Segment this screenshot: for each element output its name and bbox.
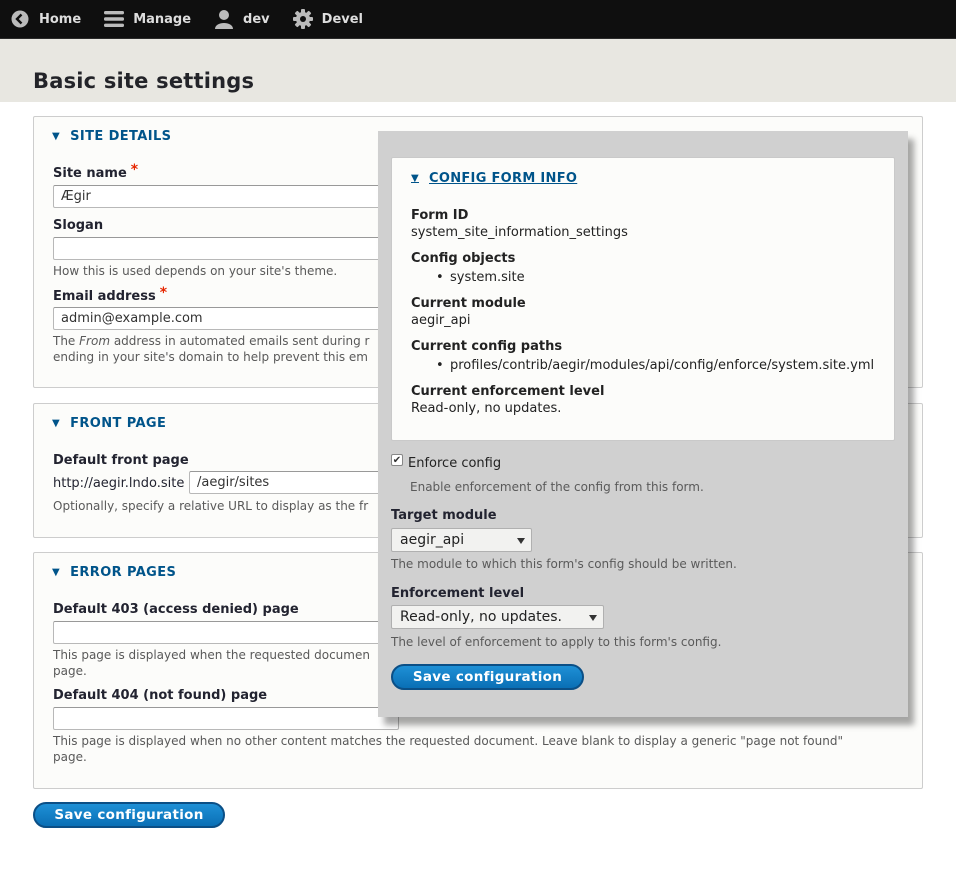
admin-toolbar: Home Manage dev Devel: [0, 0, 956, 39]
error-pages-summary[interactable]: ▼ Error pages: [52, 565, 176, 580]
site-details-summary-label: Site details: [70, 129, 172, 144]
enforcement-level-description: The level of enforcement to apply to thi…: [391, 635, 722, 649]
current-module-value: aegir_api: [411, 313, 471, 328]
current-module-label: Current module: [411, 296, 526, 311]
config-form-info-summary[interactable]: ▼ Config form info: [411, 171, 577, 186]
enforcement-level-label: Current enforcement level: [411, 384, 605, 399]
page-404-label: Default 404 (not found) page: [53, 688, 268, 703]
save-configuration-button[interactable]: Save configuration: [33, 802, 225, 828]
toolbar-manage-label: Manage: [133, 11, 192, 27]
page-404-desc-line2: page.: [53, 750, 87, 764]
slogan-label: Slogan: [53, 218, 104, 233]
config-form-info-panel: ▼ Config form info Form ID system_site_i…: [391, 157, 895, 441]
toolbar-home-label: Home: [39, 11, 82, 27]
user-icon: [214, 9, 234, 29]
page-404-desc-line1: This page is displayed when no other con…: [53, 734, 843, 748]
front-page-input[interactable]: [189, 471, 389, 494]
site-name-label: Site name *: [53, 162, 139, 181]
enforcement-level-selected: Read-only, no updates.: [400, 609, 562, 625]
config-form-info-overlay: ▼ Config form info Form ID system_site_i…: [378, 131, 908, 717]
page-403-label: Default 403 (access denied) page: [53, 602, 299, 617]
email-desc-rest: address in automated emails sent during …: [110, 334, 370, 348]
toolbar-user-link[interactable]: dev: [204, 0, 283, 39]
front-page-description: Optionally, specify a relative URL to di…: [53, 499, 369, 513]
page-title: Basic site settings: [33, 69, 255, 93]
config-form-info-summary-label: Config form info: [429, 171, 578, 186]
dropdown-arrow-icon: [517, 538, 525, 544]
triangle-down-icon: ▼: [411, 173, 419, 184]
page-403-input[interactable]: [53, 621, 399, 644]
email-description-line2: ending in your site's domain to help pre…: [53, 350, 368, 364]
toolbar-user-label: dev: [243, 11, 270, 27]
triangle-down-icon: ▼: [52, 567, 61, 578]
hamburger-menu-icon: [104, 9, 125, 29]
email-description: The From address in automated emails sen…: [53, 333, 370, 365]
triangle-down-icon: ▼: [52, 418, 61, 429]
toolbar-manage-link[interactable]: Manage: [94, 0, 204, 39]
page-header: Basic site settings: [0, 39, 956, 102]
enforce-config-description: Enable enforcement of the config from th…: [410, 480, 704, 494]
enforce-config-label: Enforce config: [408, 456, 502, 471]
dropdown-arrow-icon: [589, 615, 597, 621]
triangle-down-icon: ▼: [52, 131, 61, 142]
toolbar-home-link[interactable]: Home: [0, 0, 94, 39]
config-path-item: profiles/contrib/aegir/modules/api/confi…: [436, 358, 874, 373]
toolbar-devel-link[interactable]: Devel: [283, 0, 376, 39]
site-details-summary[interactable]: ▼ Site details: [52, 129, 171, 144]
front-page-label: Default front page: [53, 453, 189, 468]
target-module-description: The module to which this form's config s…: [391, 557, 737, 571]
page-404-input[interactable]: [53, 707, 399, 730]
email-description-line1: The From address in automated emails sen…: [53, 333, 370, 349]
enforce-config-checkbox[interactable]: ✔: [391, 454, 403, 466]
gear-icon: [292, 9, 313, 29]
site-name-input[interactable]: [53, 185, 399, 208]
front-page-prefix: http://aegir.lndo.site: [53, 476, 185, 491]
email-input[interactable]: [53, 307, 399, 330]
enforcement-level-select[interactable]: Read-only, no updates.: [391, 605, 604, 629]
toolbar-devel-label: Devel: [321, 11, 364, 27]
page-404-description: This page is displayed when no other con…: [53, 733, 843, 765]
email-desc-prefix: The: [53, 334, 80, 348]
email-label-text: Email address: [53, 289, 156, 304]
form-id-label: Form ID: [411, 208, 469, 223]
back-circle-icon: [10, 9, 30, 29]
front-page-summary[interactable]: ▼ Front page: [52, 416, 166, 431]
email-desc-italic: From: [79, 334, 111, 348]
target-module-selected: aegir_api: [400, 532, 465, 548]
form-id-value: system_site_information_settings: [411, 225, 628, 240]
enforcement-level-value: Read-only, no updates.: [411, 401, 562, 416]
site-name-label-text: Site name: [53, 166, 127, 181]
front-page-summary-label: Front page: [70, 416, 167, 431]
slogan-input[interactable]: [53, 237, 399, 260]
target-module-label: Target module: [391, 508, 497, 523]
config-paths-label: Current config paths: [411, 339, 563, 354]
config-object-item: system.site: [436, 270, 525, 285]
page-403-desc-line2: page.: [53, 664, 87, 678]
page-403-desc-line1: This page is displayed when the requeste…: [53, 648, 370, 662]
slogan-description: How this is used depends on your site's …: [53, 264, 338, 278]
config-objects-label: Config objects: [411, 251, 516, 266]
email-label: Email address *: [53, 285, 168, 304]
required-marker: *: [159, 285, 168, 301]
required-marker: *: [130, 162, 139, 178]
overlay-save-configuration-button[interactable]: Save configuration: [391, 664, 584, 690]
enforcement-level-select-label: Enforcement level: [391, 586, 525, 601]
target-module-select[interactable]: aegir_api: [391, 528, 532, 552]
page-403-description: This page is displayed when the requeste…: [53, 647, 370, 679]
error-pages-summary-label: Error pages: [70, 565, 177, 580]
